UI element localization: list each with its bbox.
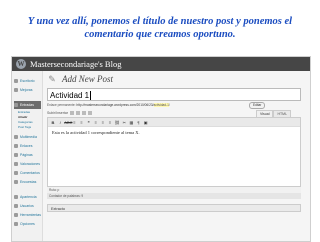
permalink-url[interactable]: http://mastersecondariage.wordpress.com/… — [76, 103, 153, 107]
align-left-icon[interactable]: ≡ — [93, 118, 99, 127]
edit-permalink-button[interactable]: Editar — [249, 102, 266, 109]
sidebar-item-herramientas[interactable]: Herramientas — [14, 211, 41, 219]
sidebar-item-paginas[interactable]: Páginas — [14, 151, 41, 159]
settings-icon — [14, 222, 18, 227]
sidebar-subitem-post-tags[interactable]: Post Tags — [18, 125, 31, 129]
blockquote-icon[interactable]: ❝ — [86, 118, 92, 127]
excerpt-box-header[interactable]: Extracto — [47, 204, 301, 212]
caption-line-1: Y una vez allí, ponemos el título de nue… — [27, 16, 293, 27]
strikethrough-icon[interactable]: ABC — [64, 118, 72, 127]
ratings-icon — [14, 162, 18, 167]
pages-icon — [14, 153, 18, 158]
word-count: Contador de palabras: 9 — [47, 193, 301, 199]
dashboard-icon — [14, 79, 18, 84]
slide-caption: Y una vez allí, ponemos el título de nue… — [0, 0, 320, 41]
caption-line-2: comentario que creamos oportuno. — [84, 29, 236, 40]
tab-visual[interactable]: Visual — [256, 110, 274, 117]
video-upload-icon[interactable] — [75, 111, 80, 116]
sidebar-subitem-categorias[interactable]: Categorías — [18, 120, 33, 124]
editor-toolbar: B I ABC ≡ ≡ ❝ ≡ ≡ ≡ ⛓ ✂ ▦ ¶ ▣ — [48, 118, 300, 127]
sidebar-item-escritorio[interactable]: Escritorio — [14, 77, 41, 85]
upgrades-icon — [14, 88, 18, 93]
numbered-list-icon[interactable]: ≡ — [79, 118, 85, 127]
upload-insert-row: Subir/Insertar — [47, 111, 92, 116]
text-caret — [90, 91, 92, 101]
sidebar-item-encuestas[interactable]: Encuestas — [14, 178, 41, 186]
sidebar-item-comentarios[interactable]: Comentarios — [14, 169, 41, 177]
pushpin-icon: ✎ — [48, 74, 56, 84]
media-upload-icon[interactable] — [87, 111, 92, 116]
paragraph-icon[interactable]: ¶ — [136, 118, 142, 127]
sidebar-subitem-entradas[interactable]: Entradas — [18, 110, 30, 114]
upload-insert-label: Subir/Insertar — [47, 111, 69, 115]
wordpress-screenshot: W Mastersecondariage's Blog Escritorio M… — [11, 56, 311, 242]
page-title: Add New Post — [62, 74, 113, 84]
permalink-label: Enlace permanente: — [47, 103, 76, 107]
blog-name[interactable]: Mastersecondariage's Blog — [30, 57, 121, 71]
post-title-input[interactable]: Actividad 1 — [47, 88, 301, 101]
audio-upload-icon[interactable] — [81, 111, 86, 116]
image-upload-icon[interactable] — [70, 111, 74, 116]
bold-icon[interactable]: B — [50, 118, 56, 127]
fullscreen-icon[interactable]: ▣ — [143, 118, 149, 127]
permalink-row: Enlace permanente: http://mastersecondar… — [47, 103, 170, 107]
sidebar-item-usuarios[interactable]: Usuarios — [14, 202, 41, 210]
users-icon — [14, 204, 18, 209]
sidebar-item-multimedia[interactable]: Multimedia — [14, 133, 41, 141]
comments-icon — [14, 171, 18, 176]
post-editor-main: ✎ Add New Post Actividad 1 Enlace perman… — [44, 71, 310, 241]
tools-icon — [14, 213, 18, 218]
posts-icon — [14, 103, 18, 108]
align-right-icon[interactable]: ≡ — [107, 118, 113, 127]
link-icon[interactable]: ⛓ — [114, 118, 120, 127]
admin-bar: W Mastersecondariage's Blog — [12, 57, 310, 71]
wordpress-logo-icon[interactable]: W — [16, 59, 26, 69]
sidebar-item-opciones[interactable]: Opciones — [14, 220, 41, 228]
tab-html[interactable]: HTML — [273, 110, 292, 117]
editor-tabs: Visual HTML — [256, 110, 292, 117]
sidebar-subitem-anadir[interactable]: Añadir — [18, 115, 28, 119]
sidebar-item-apariencia[interactable]: Apariencia — [14, 193, 41, 201]
sidebar-item-enlaces[interactable]: Enlaces — [14, 142, 41, 150]
sidebar-item-mejoras[interactable]: Mejoras — [14, 86, 41, 94]
unlink-icon[interactable]: ✂ — [121, 118, 127, 127]
links-icon — [14, 144, 18, 149]
permalink-slug[interactable]: actividad-1 — [153, 103, 169, 107]
post-title-value: Actividad 1 — [50, 91, 90, 100]
media-icon — [14, 135, 18, 140]
sidebar-item-entradas[interactable]: Entradas — [14, 101, 41, 109]
post-content-text[interactable]: Esta es la actividad 1 correspondiente a… — [52, 130, 140, 135]
admin-sidebar: Escritorio Mejoras Entradas Entradas Aña… — [12, 71, 43, 241]
sidebar-item-valoraciones[interactable]: Valoraciones — [14, 160, 41, 168]
appearance-icon — [14, 195, 18, 200]
more-tag-icon[interactable]: ▦ — [128, 118, 134, 127]
content-editor[interactable]: B I ABC ≡ ≡ ❝ ≡ ≡ ≡ ⛓ ✂ ▦ ¶ ▣ Esta es la… — [47, 117, 301, 187]
bullet-list-icon[interactable]: ≡ — [71, 118, 77, 127]
align-center-icon[interactable]: ≡ — [100, 118, 106, 127]
polls-icon — [14, 180, 18, 185]
italic-icon[interactable]: I — [57, 118, 63, 127]
